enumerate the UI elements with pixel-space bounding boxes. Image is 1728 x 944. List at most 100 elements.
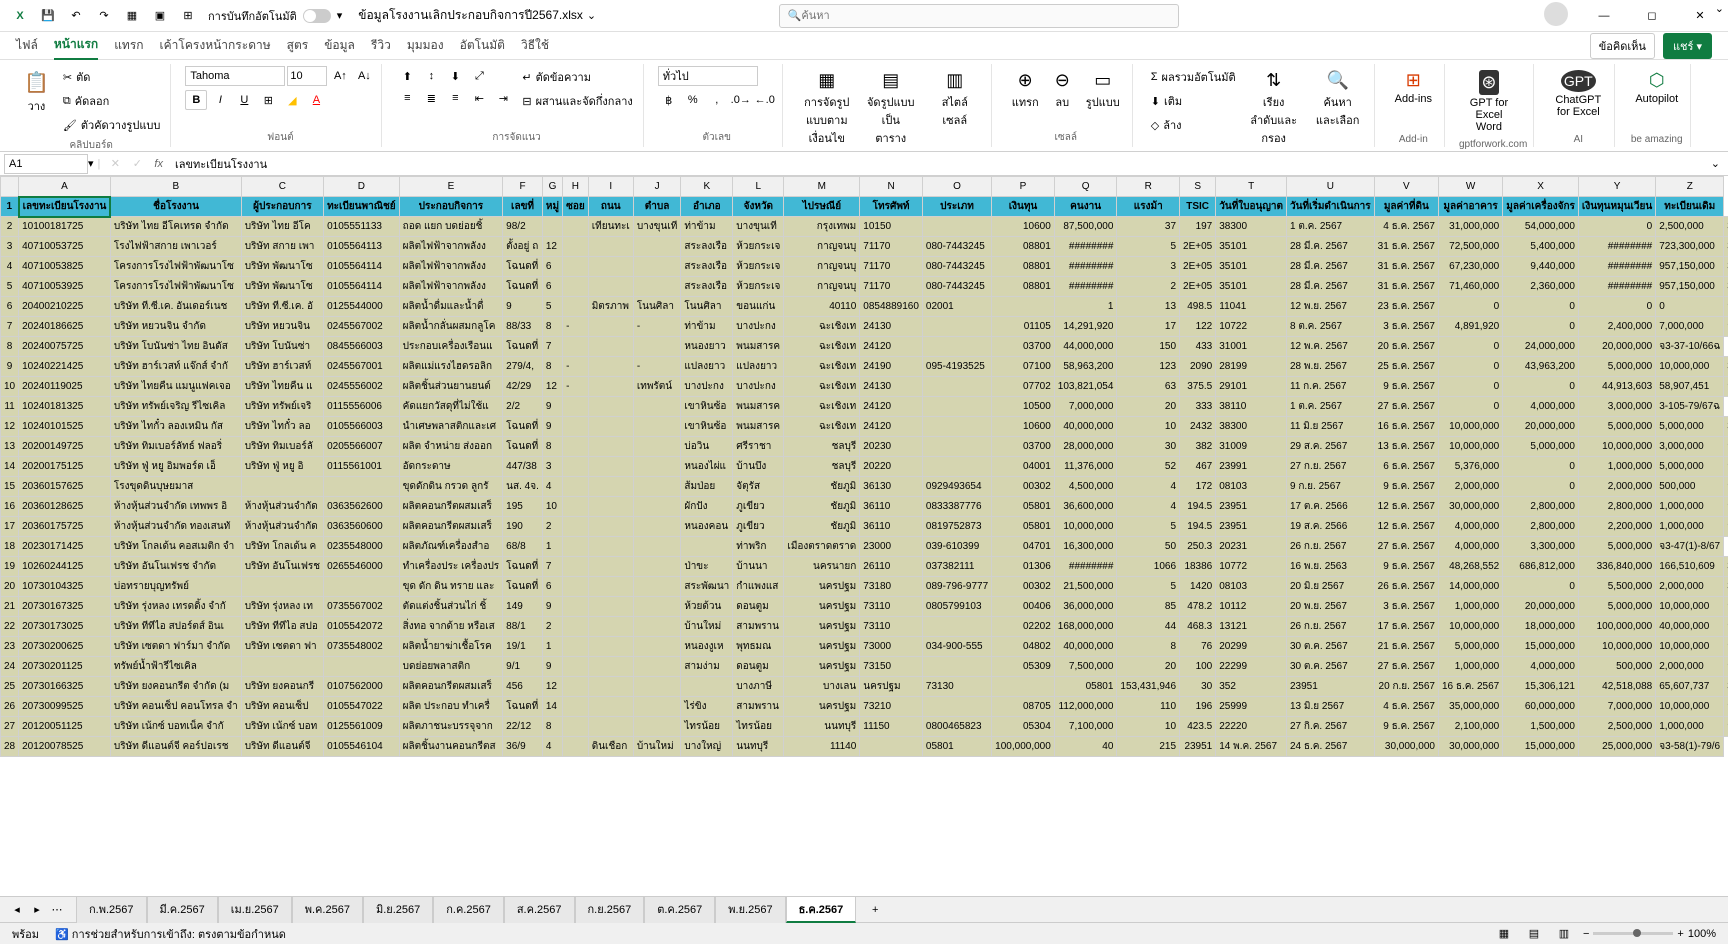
data-cell[interactable]: 3-3(2)-100/67 — [1724, 577, 1728, 597]
decrease-decimal-icon[interactable]: ←.0 — [754, 90, 776, 110]
data-cell[interactable]: 7,100,000 — [1054, 717, 1117, 737]
wrap-text-button[interactable]: ↵ตัดข้อความ — [518, 66, 636, 88]
data-cell[interactable]: ฉะเชิงเท — [784, 317, 860, 337]
data-cell[interactable]: บริษัท ดีแอนต์จี — [241, 737, 323, 757]
data-cell[interactable]: 08103 — [1216, 477, 1287, 497]
data-cell[interactable]: 468.3 — [1180, 617, 1216, 637]
data-cell[interactable]: 089-796-9777 — [922, 577, 991, 597]
name-box[interactable] — [4, 154, 88, 174]
data-cell[interactable]: 24120 — [860, 417, 923, 437]
data-cell[interactable]: ฉะเชิงเท — [784, 417, 860, 437]
data-cell[interactable]: 0 — [1438, 337, 1502, 357]
data-cell[interactable]: 02001 — [922, 297, 991, 317]
data-cell[interactable]: 0 — [1578, 297, 1655, 317]
data-cell[interactable]: บ่อวิน — [681, 437, 733, 457]
data-cell[interactable]: 352 — [1216, 677, 1287, 697]
tab-formulas[interactable]: สูตร — [287, 32, 309, 59]
data-cell[interactable]: นครปฐม — [784, 597, 860, 617]
sheet-tab[interactable]: มี.ค.2567 — [147, 896, 218, 923]
data-cell[interactable]: 9 ธ.ค. 2567 — [1374, 477, 1438, 497]
data-cell[interactable]: 5 — [1117, 517, 1180, 537]
data-cell[interactable]: 17 ธ.ค. 2567 — [1374, 617, 1438, 637]
data-cell[interactable]: 382 — [1180, 437, 1216, 457]
data-cell[interactable] — [922, 217, 991, 237]
data-cell[interactable]: 153,431,946 — [1117, 677, 1180, 697]
data-cell[interactable] — [922, 377, 991, 397]
data-cell[interactable]: 20230171425 — [19, 537, 111, 557]
data-cell[interactable]: 100,000,000 — [992, 737, 1055, 757]
col-header[interactable]: Z — [1656, 177, 1724, 197]
data-cell[interactable]: ผลิตแม่แรงไฮดรอลิก — [399, 357, 503, 377]
data-cell[interactable]: 10,000,000 — [1578, 437, 1655, 457]
zoom-in-icon[interactable]: + — [1677, 928, 1683, 940]
data-cell[interactable]: 36110 — [860, 517, 923, 537]
data-cell[interactable]: 196 — [1180, 697, 1216, 717]
data-cell[interactable]: ท่าข้าม — [681, 217, 733, 237]
data-cell[interactable]: กำแพงแส — [733, 577, 784, 597]
data-cell[interactable]: 123 — [1117, 357, 1180, 377]
data-cell[interactable] — [588, 597, 633, 617]
data-cell[interactable]: 24 ธ.ค. 2567 — [1287, 737, 1375, 757]
data-cell[interactable]: ตัดแต่งชิ้นส่วนไก่ ชิ้ — [399, 597, 503, 617]
data-cell[interactable] — [563, 697, 589, 717]
tab-layout[interactable]: เค้าโครงหน้ากระดาษ — [160, 32, 271, 59]
data-cell[interactable]: 10,000,000 — [1578, 637, 1655, 657]
data-cell[interactable]: 0265546000 — [324, 557, 400, 577]
data-cell[interactable]: นครปฐม — [784, 637, 860, 657]
data-cell[interactable]: 8 — [542, 317, 562, 337]
data-cell[interactable]: 20360157625 — [19, 477, 111, 497]
data-cell[interactable]: 2,360,000 — [1503, 277, 1579, 297]
data-cell[interactable]: 0125544000 — [324, 297, 400, 317]
data-cell[interactable]: คัดแยกวัสดุที่ไม่ใช้แ — [399, 397, 503, 417]
align-right-icon[interactable]: ≡ — [444, 88, 466, 108]
row-header[interactable]: 22 — [1, 617, 19, 637]
data-cell[interactable]: 2 — [542, 517, 562, 537]
data-cell[interactable]: 4,000,000 — [1438, 517, 1502, 537]
data-cell[interactable]: 15,000,000 — [1503, 637, 1579, 657]
header-cell[interactable]: แรงม้า — [1117, 197, 1180, 217]
data-cell[interactable]: 50 — [1117, 537, 1180, 557]
data-cell[interactable]: จัตุรัส — [733, 477, 784, 497]
sheet-nav-first-icon[interactable]: ◂ — [8, 901, 26, 919]
data-cell[interactable]: 0105542072 — [324, 617, 400, 637]
header-cell[interactable]: ตำบล — [633, 197, 681, 217]
data-cell[interactable]: 27 ธ.ค. 2567 — [1374, 657, 1438, 677]
data-cell[interactable] — [241, 657, 323, 677]
data-cell[interactable]: 1 ต.ค. 2567 — [1287, 397, 1375, 417]
data-cell[interactable]: 03700 — [992, 337, 1055, 357]
dropdown-icon[interactable]: ▾ — [337, 9, 343, 22]
data-cell[interactable]: 05801 — [1054, 677, 1117, 697]
data-cell[interactable]: บริษัท ทิมเบอร์ลั — [241, 437, 323, 457]
data-cell[interactable]: 9/1 — [503, 657, 543, 677]
data-cell[interactable]: 5,500,000 — [1578, 577, 1655, 597]
data-cell[interactable]: 0235548000 — [324, 537, 400, 557]
data-cell[interactable]: ผลิตน้ำกลั่นผสมกลูโค — [399, 317, 503, 337]
data-cell[interactable]: บางปะกง — [733, 317, 784, 337]
align-top-icon[interactable]: ⬆ — [396, 66, 418, 86]
data-cell[interactable]: 24130 — [860, 317, 923, 337]
data-cell[interactable]: 20240075725 — [19, 337, 111, 357]
data-cell[interactable]: 13 — [1117, 297, 1180, 317]
col-header[interactable]: Y — [1578, 177, 1655, 197]
data-cell[interactable]: 500,000 — [1656, 477, 1724, 497]
data-cell[interactable]: 0105564114 — [324, 257, 400, 277]
data-cell[interactable]: 17 — [1117, 317, 1180, 337]
collapse-ribbon-icon[interactable]: ⌄ — [1715, 2, 1724, 15]
data-cell[interactable]: บริษัท รุ่งหลง เทรดดิ้ง จำกั — [110, 597, 241, 617]
data-cell[interactable]: 15,306,121 — [1503, 677, 1579, 697]
data-cell[interactable]: นครปฐม — [784, 697, 860, 717]
data-cell[interactable]: 98/2 — [503, 217, 543, 237]
data-cell[interactable]: 07702 — [992, 377, 1055, 397]
data-cell[interactable]: แปลงยาว — [681, 357, 733, 377]
increase-decimal-icon[interactable]: .0→ — [730, 90, 752, 110]
data-cell[interactable]: 42/29 — [503, 377, 543, 397]
header-cell[interactable]: ทะเบียนเดิม — [1656, 197, 1724, 217]
data-cell[interactable]: บริษัท เซตดา ฟาร์มา จำกัด — [110, 637, 241, 657]
data-cell[interactable]: 7,000,000 — [1656, 317, 1724, 337]
data-cell[interactable]: บริษัท ทีทีไอ สปอ — [241, 617, 323, 637]
data-cell[interactable] — [324, 577, 400, 597]
data-cell[interactable]: 0115556006 — [324, 397, 400, 417]
data-cell[interactable]: ประกอบเครื่องเรือนแ — [399, 337, 503, 357]
data-cell[interactable]: ผลิตน้ำดื่มและน้ำดื่ — [399, 297, 503, 317]
data-cell[interactable]: 0929493654 — [922, 477, 991, 497]
